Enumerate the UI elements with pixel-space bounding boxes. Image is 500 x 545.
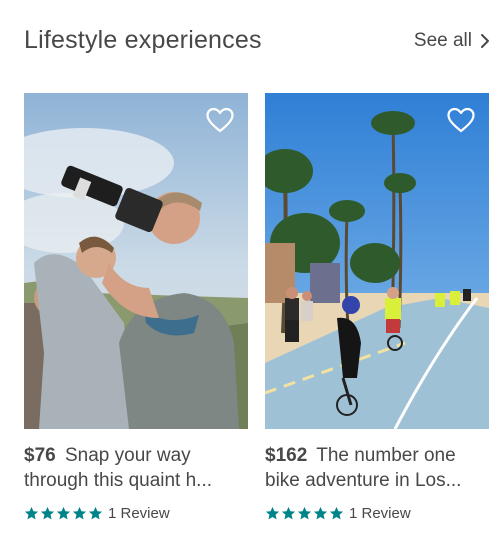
experience-title-line2: through this quaint h... [24, 470, 213, 491]
experience-info: $76 Snap your way through this quaint h.… [24, 443, 248, 526]
section-header: Lifestyle experiences See all [24, 24, 490, 64]
star-rating [265, 506, 344, 521]
star-icon [72, 506, 87, 520]
star-icon [265, 506, 280, 520]
heart-icon[interactable] [447, 107, 475, 133]
experience-card[interactable]: $162 The number one bike adventure in Lo… [265, 93, 489, 526]
experience-rating: 1 Review [24, 501, 248, 526]
experience-title-line2: bike adventure in Los... [265, 470, 462, 491]
star-icon [281, 506, 296, 520]
beach-bike-path-photo [265, 93, 489, 429]
experience-title-line1: Snap your way [64, 445, 191, 466]
see-all-label: See all [413, 30, 472, 51]
star-icon [56, 506, 71, 520]
heart-icon[interactable] [206, 107, 234, 133]
star-icon [88, 506, 103, 520]
experience-photo[interactable] [265, 93, 489, 429]
photographers-photo [24, 93, 248, 429]
star-rating [24, 506, 103, 521]
experience-card[interactable]: $76 Snap your way through this quaint h.… [24, 93, 248, 526]
review-count: 1 Review [108, 505, 170, 522]
star-icon [313, 506, 328, 520]
star-icon [329, 506, 344, 520]
experience-price: $162 [265, 445, 308, 466]
experience-title-line1: The number one [316, 445, 456, 466]
star-icon [40, 506, 55, 520]
experience-photo[interactable] [24, 93, 248, 429]
star-icon [24, 506, 39, 520]
star-icon [297, 506, 312, 520]
review-count: 1 Review [349, 505, 411, 522]
experience-rating: 1 Review [265, 501, 489, 526]
experience-price: $76 [24, 445, 56, 466]
chevron-right-icon [481, 34, 489, 48]
section-title: Lifestyle experiences [24, 26, 262, 54]
see-all-link[interactable]: See all [414, 30, 490, 52]
experience-info: $162 The number one bike adventure in Lo… [265, 443, 489, 526]
